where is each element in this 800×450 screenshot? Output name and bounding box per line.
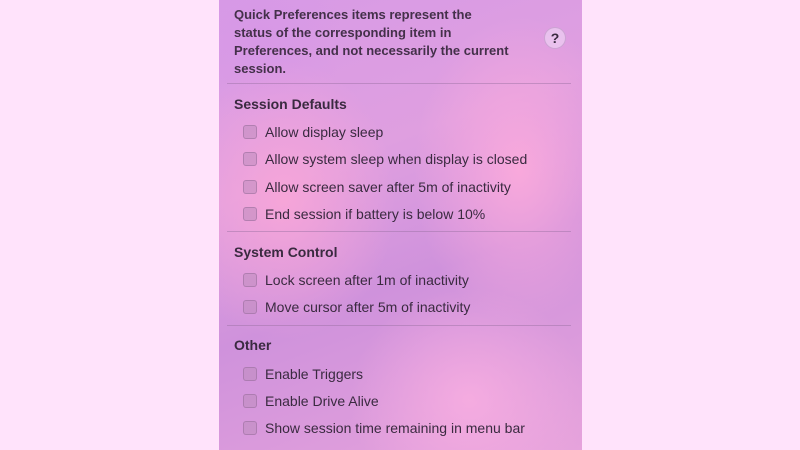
menu-separator: [227, 83, 571, 84]
option-enable-triggers[interactable]: Enable Triggers: [243, 364, 363, 384]
option-label: Lock screen after 1m of inactivity: [265, 272, 469, 288]
option-enable-drive-alive[interactable]: Enable Drive Alive: [243, 391, 379, 411]
option-label: End session if battery is below 10%: [265, 206, 486, 222]
option-allow-system-sleep[interactable]: Allow system sleep when display is close…: [243, 149, 527, 169]
option-move-cursor[interactable]: Move cursor after 5m of inactivity: [243, 297, 470, 317]
option-label: Allow screen saver after 5m of inactivit…: [265, 179, 511, 195]
option-label: Allow system sleep when display is close…: [265, 151, 528, 167]
info-text-line: Quick Preferences items represent the: [234, 7, 472, 22]
quick-preferences-menu: Quick Preferences items represent the st…: [219, 0, 582, 450]
option-show-session-time[interactable]: Show session time remaining in menu bar: [243, 418, 525, 438]
option-label: Enable Triggers: [265, 366, 364, 382]
option-allow-display-sleep[interactable]: Allow display sleep: [243, 122, 383, 142]
info-text-line: status of the corresponding item in: [234, 25, 452, 40]
checkbox[interactable]: [243, 367, 257, 381]
checkbox[interactable]: [243, 180, 257, 194]
option-label: Move cursor after 5m of inactivity: [265, 299, 471, 315]
menu-separator: [227, 231, 571, 232]
option-label: Allow display sleep: [265, 124, 384, 140]
checkbox[interactable]: [243, 207, 257, 221]
info-text-line: Preferences, and not necessarily the cur…: [234, 43, 509, 58]
option-lock-screen[interactable]: Lock screen after 1m of inactivity: [243, 270, 469, 290]
section-title-session-defaults: Session Defaults: [234, 96, 347, 112]
checkbox[interactable]: [243, 300, 257, 314]
question-mark-icon: ?: [550, 30, 560, 46]
option-end-session-battery[interactable]: End session if battery is below 10%: [243, 204, 485, 224]
option-allow-screen-saver[interactable]: Allow screen saver after 5m of inactivit…: [243, 177, 511, 197]
info-text-line: session.: [234, 61, 287, 76]
section-title-system-control: System Control: [234, 244, 338, 260]
checkbox[interactable]: [243, 152, 257, 166]
option-label: Show session time remaining in menu bar: [265, 420, 525, 436]
checkbox[interactable]: [243, 125, 257, 139]
checkbox[interactable]: [243, 421, 257, 435]
help-button[interactable]: ?: [544, 27, 566, 49]
checkbox[interactable]: [243, 273, 257, 287]
menu-separator: [227, 325, 571, 326]
desktop-background: Quick Preferences items represent the st…: [0, 0, 800, 450]
checkbox[interactable]: [243, 394, 257, 408]
info-text: Quick Preferences items represent the st…: [234, 6, 534, 78]
section-title-other: Other: [234, 337, 272, 353]
option-label: Enable Drive Alive: [265, 393, 379, 409]
